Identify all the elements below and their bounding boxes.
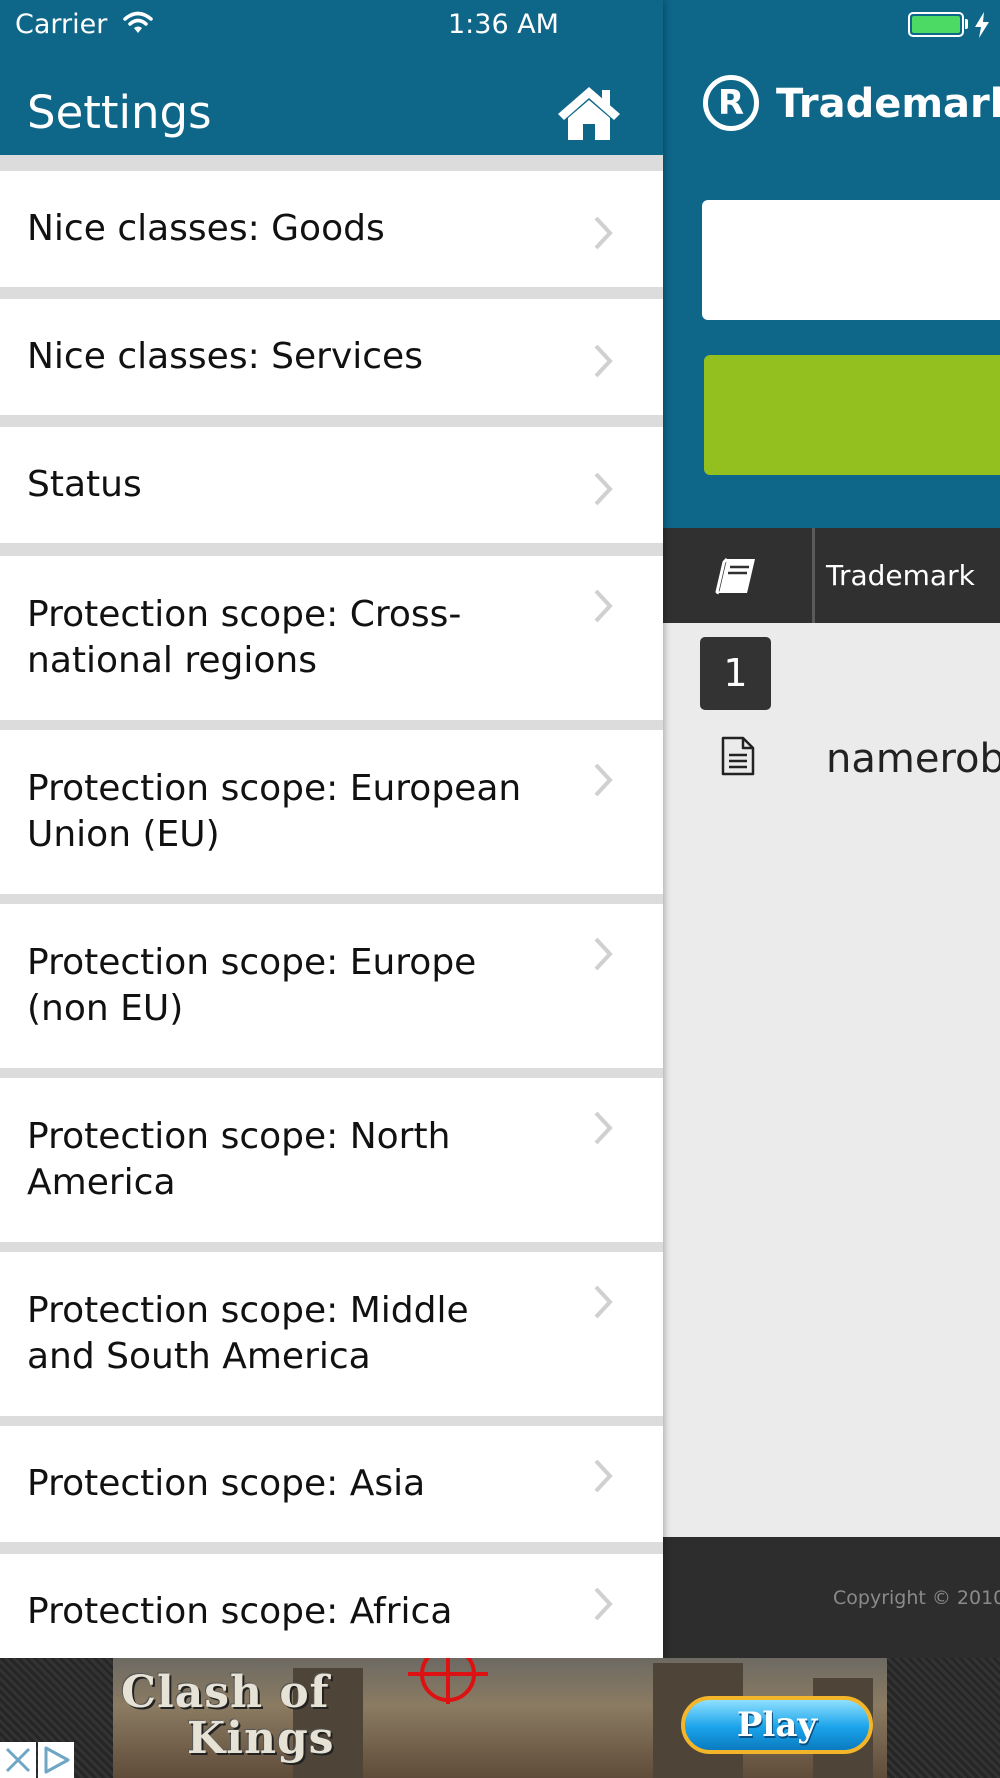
chevron-right-icon: [594, 763, 613, 797]
carrier-label: Carrier: [15, 9, 108, 40]
settings-item-africa[interactable]: Protection scope: Africa: [0, 1554, 663, 1658]
ad-image[interactable]: Clash of Kings Play: [113, 1658, 887, 1778]
settings-item-europe-non-eu[interactable]: Protection scope: Europe (non EU): [0, 904, 663, 1068]
battery-icon: [908, 12, 964, 37]
settings-item-label: Protection scope: European Union (EU): [27, 768, 522, 855]
copyright-text: Copyright © 2010 -: [833, 1587, 1000, 1609]
charging-bolt-icon: [975, 12, 989, 38]
status-bar: Carrier 1:36 AM: [0, 0, 1000, 50]
chevron-right-icon: [594, 1459, 613, 1493]
ad-banner[interactable]: Clash of Kings Play: [0, 1658, 1000, 1778]
book-icon: [715, 557, 755, 595]
settings-item-nice-services[interactable]: Nice classes: Services: [0, 299, 663, 415]
settings-item-label: Protection scope: Middle and South Ameri…: [27, 1290, 469, 1377]
chevron-right-icon: [594, 1285, 613, 1319]
chevron-right-icon: [594, 937, 613, 971]
wifi-icon: [123, 11, 153, 33]
chevron-right-icon: [594, 216, 613, 250]
tab-divider: [812, 528, 815, 623]
ad-logo-line2: Kings: [187, 1713, 335, 1764]
close-icon: [5, 1747, 31, 1773]
chevron-right-icon: [594, 1587, 613, 1621]
ad-choices-button[interactable]: [38, 1742, 74, 1778]
settings-item-label: Status: [27, 464, 142, 505]
settings-item-north-america[interactable]: Protection scope: North America: [0, 1078, 663, 1242]
document-icon: [721, 736, 755, 776]
settings-item-label: Nice classes: Services: [27, 336, 423, 377]
chevron-right-icon: [594, 472, 613, 506]
settings-item-eu[interactable]: Protection scope: European Union (EU): [0, 730, 663, 894]
tab-bar: Trademark: [663, 528, 1000, 623]
main-footer: Copyright © 2010 -: [663, 1537, 1000, 1658]
settings-item-label: Protection scope: Africa: [27, 1591, 453, 1632]
chevron-right-icon: [594, 589, 613, 623]
result-number-badge: 1: [700, 637, 771, 710]
ad-game-logo: Clash of Kings: [121, 1670, 334, 1762]
chevron-right-icon: [594, 1111, 613, 1145]
search-button[interactable]: [704, 355, 1000, 475]
home-button[interactable]: [556, 84, 622, 142]
settings-item-label: Protection scope: Asia: [27, 1463, 426, 1504]
battery-tip: [965, 19, 968, 29]
home-icon: [558, 87, 620, 140]
settings-drawer: Settings Nice classes: Goods Nice classe…: [0, 0, 663, 1658]
settings-item-nice-goods[interactable]: Nice classes: Goods: [0, 171, 663, 287]
settings-item-middle-south-america[interactable]: Protection scope: Middle and South Ameri…: [0, 1252, 663, 1416]
chevron-right-icon: [594, 344, 613, 378]
settings-item-label: Protection scope: North America: [27, 1116, 451, 1203]
ad-close-button[interactable]: [0, 1742, 36, 1778]
tab-trademark[interactable]: Trademark: [826, 528, 975, 623]
battery-level: [912, 16, 960, 33]
ad-play-button[interactable]: Play: [681, 1696, 873, 1754]
settings-item-label: Protection scope: Cross-national regions: [27, 594, 462, 681]
settings-list: Nice classes: Goods Nice classes: Servic…: [0, 155, 663, 1658]
settings-item-asia[interactable]: Protection scope: Asia: [0, 1426, 663, 1542]
app-title: Trademark: [776, 81, 1000, 127]
drawer-title: Settings: [27, 86, 212, 139]
ad-logo-line1: Clash of: [121, 1667, 330, 1718]
settings-item-cross-national[interactable]: Protection scope: Cross-national regions: [0, 556, 663, 720]
result-name-link[interactable]: namerobo: [826, 731, 1000, 787]
search-input[interactable]: [702, 200, 1000, 320]
ad-choices-icon: [44, 1746, 70, 1774]
settings-item-status[interactable]: Status: [0, 427, 663, 543]
clock: 1:36 AM: [448, 9, 559, 40]
crosshair-icon: [408, 1658, 488, 1704]
settings-item-label: Protection scope: Europe (non EU): [27, 942, 477, 1029]
tab-book[interactable]: [663, 528, 812, 623]
settings-item-label: Nice classes: Goods: [27, 208, 385, 249]
registered-logo-icon: R: [703, 75, 759, 131]
